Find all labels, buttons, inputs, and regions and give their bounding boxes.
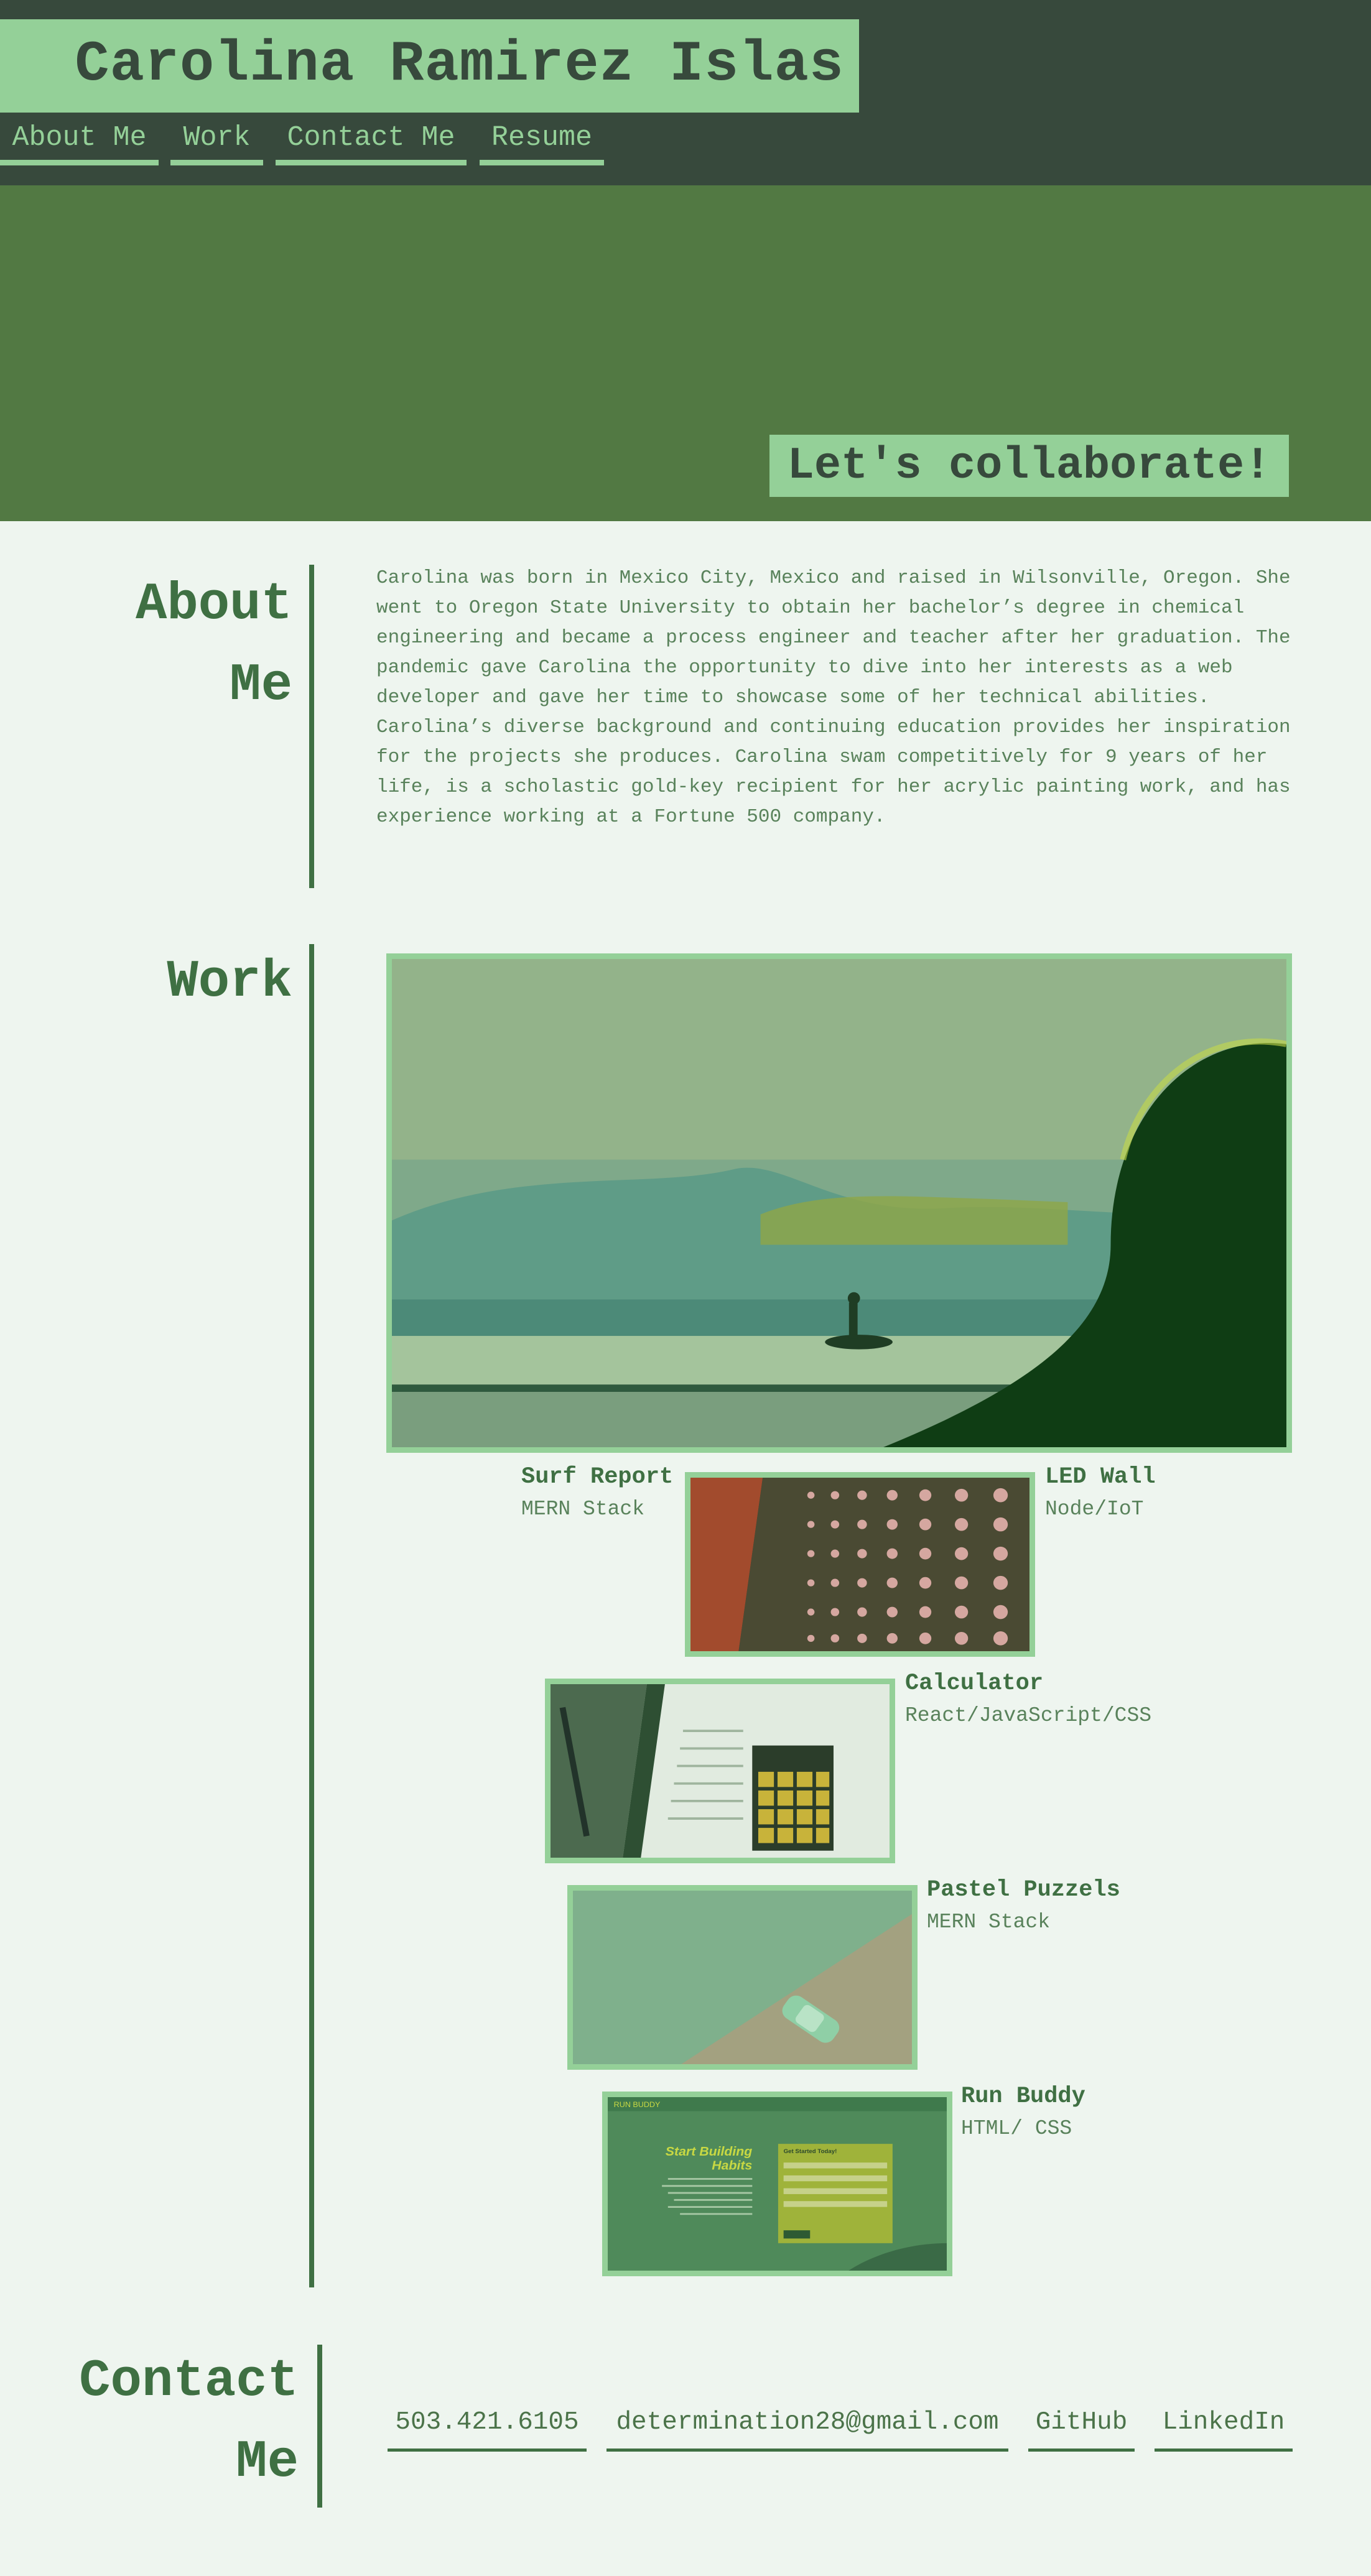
site-header: Carolina Ramirez Islas About Me Work Con… xyxy=(0,0,1371,185)
work-divider xyxy=(309,944,314,2287)
run-buddy-headline-1: Start Building xyxy=(666,2144,753,2159)
project-title-pastel-puzzels: Pastel Puzzels xyxy=(927,1877,1120,1903)
contact-github-link[interactable]: GitHub xyxy=(1028,2401,1135,2452)
project-tech-surf-report: MERN Stack xyxy=(521,1498,645,1521)
project-title-calculator: Calculator xyxy=(905,1670,1044,1697)
about-paragraph: Carolina was born in Mexico City, Mexico… xyxy=(376,567,1291,828)
collaborate-banner: Let's collaborate! xyxy=(769,435,1289,497)
pastel-car-photo xyxy=(573,1891,912,2064)
title-banner: Carolina Ramirez Islas xyxy=(0,19,859,113)
project-tech-run-buddy: HTML/ CSS xyxy=(961,2117,1072,2140)
contact-phone-link[interactable]: 503.421.6105 xyxy=(388,2401,587,2452)
nav-resume[interactable]: Resume xyxy=(480,118,604,165)
calculator-image[interactable] xyxy=(545,1679,895,1863)
contact-heading: Contact Me xyxy=(79,2352,299,2492)
led-wall-photo xyxy=(690,1478,1029,1651)
nav-about-me[interactable]: About Me xyxy=(0,118,159,165)
run-buddy-form-title: Get Started Today! xyxy=(784,2148,837,2155)
about-heading: About Me xyxy=(135,575,292,715)
project-tech-pastel-puzzels: MERN Stack xyxy=(927,1911,1051,1934)
work-heading: Work xyxy=(167,953,292,1012)
project-title-run-buddy: Run Buddy xyxy=(961,2083,1085,2110)
nav-work[interactable]: Work xyxy=(170,118,263,165)
site-title: Carolina Ramirez Islas xyxy=(75,32,844,97)
contact-divider xyxy=(317,2345,322,2508)
collaborate-heading: Let's collaborate! xyxy=(787,440,1271,491)
run-buddy-screenshot: RUN BUDDY Start Building Habits Get Star… xyxy=(608,2097,947,2271)
surfer-photo xyxy=(392,959,1286,1447)
project-title-led-wall: LED Wall xyxy=(1045,1464,1156,1490)
calculator-photo xyxy=(551,1684,890,1858)
project-tech-led-wall: Node/IoT xyxy=(1045,1498,1144,1521)
run-buddy-image[interactable]: RUN BUDDY Start Building Habits Get Star… xyxy=(602,2092,952,2276)
nav-contact-me[interactable]: Contact Me xyxy=(276,118,467,165)
led-wall-image[interactable] xyxy=(685,1472,1035,1657)
hero-banner: Let's collaborate! xyxy=(0,185,1371,521)
contact-linkedin-link[interactable]: LinkedIn xyxy=(1155,2401,1293,2452)
about-divider xyxy=(309,565,314,888)
contact-email-link[interactable]: determination28@gmail.com xyxy=(606,2401,1008,2452)
project-title-surf-report: Surf Report xyxy=(521,1464,674,1490)
run-buddy-headline-2: Habits xyxy=(712,2159,752,2173)
project-tech-calculator: React/JavaScript/CSS xyxy=(905,1704,1152,1727)
surf-report-image[interactable] xyxy=(386,953,1292,1453)
run-buddy-logo: RUN BUDDY xyxy=(614,2100,661,2109)
pastel-puzzels-image[interactable] xyxy=(567,1885,918,2070)
